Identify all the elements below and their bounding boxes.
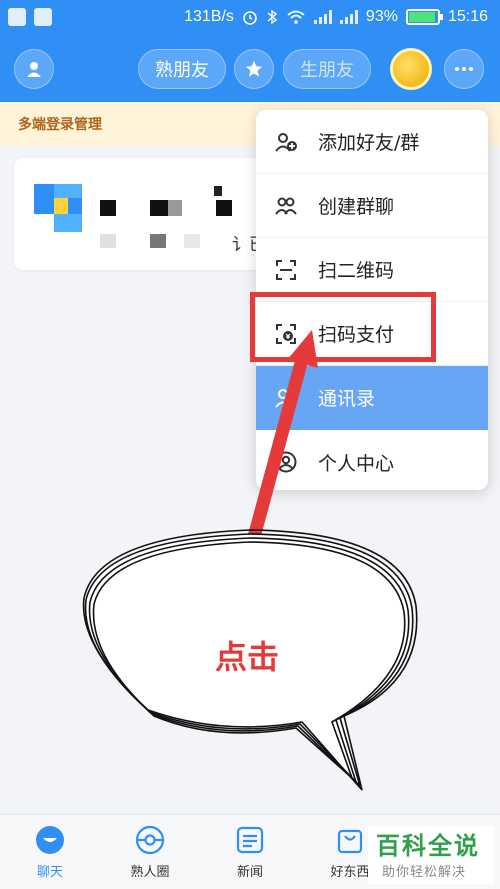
more-dots-icon (455, 67, 473, 71)
tab-label: 新闻 (236, 865, 263, 880)
highlight-box (250, 292, 436, 362)
news-icon (236, 826, 264, 854)
banner-text: 多端登录管理 (18, 117, 102, 133)
more-button[interactable] (444, 49, 484, 89)
person-icon (27, 62, 41, 77)
coin-icon[interactable] (390, 48, 432, 90)
profile-icon (274, 450, 298, 474)
tab-label: 好东西 (330, 865, 370, 880)
status-bar: 131B/s 93% 15:16 (0, 0, 500, 36)
menu-item-contacts[interactable]: 通讯录 (256, 366, 488, 430)
battery-fill (408, 12, 435, 22)
menu-item-label: 添加好友/群 (318, 132, 420, 154)
favorites-button[interactable] (234, 49, 274, 89)
bluetooth-icon (267, 9, 278, 25)
signal-icon (313, 10, 332, 24)
battery-percent: 93% (365, 8, 398, 25)
star-icon (245, 60, 263, 77)
network-speed: 131B/s (184, 8, 234, 25)
menu-item-label: 创建群聊 (318, 196, 395, 218)
watermark-title: 百科全说 (376, 833, 480, 860)
callout-text: 点击 (215, 638, 280, 676)
add-friend-icon (274, 130, 298, 154)
wifi-icon (287, 10, 305, 24)
menu-item-profile[interactable]: 个人中心 (256, 430, 488, 490)
tab-label: 聊天 (36, 865, 63, 880)
clock: 15:16 (447, 8, 488, 25)
group-icon (274, 194, 298, 218)
tab-circle[interactable]: 熟人圈 (110, 825, 190, 880)
bag-icon (337, 829, 363, 854)
menu-item-label: 扫二维码 (318, 260, 395, 282)
chat-icon (36, 826, 64, 854)
tab-label: 熟人圈 (130, 865, 170, 880)
shield-icon (8, 8, 26, 26)
alarm-icon (243, 11, 257, 25)
tab-news[interactable]: 新闻 (210, 825, 290, 880)
app-header: 熟朋友 生朋友 (0, 36, 500, 102)
qq-penguin-icon (34, 8, 52, 26)
signal-icon-2 (339, 10, 358, 24)
scan-icon (274, 258, 298, 282)
tab-close-friends[interactable]: 熟朋友 (138, 49, 226, 89)
contacts-icon (274, 386, 298, 410)
watermark-subtitle: 助你轻松解决 (382, 865, 467, 880)
menu-item-label: 通讯录 (318, 388, 376, 410)
tab-new-friends[interactable]: 生朋友 (283, 49, 371, 89)
tab-chat[interactable]: 聊天 (10, 825, 90, 880)
menu-item-create-group[interactable]: 创建群聊 (256, 174, 488, 238)
menu-item-add-friend[interactable]: 添加好友/群 (256, 110, 488, 174)
circle-icon (135, 825, 165, 855)
menu-item-label: 个人中心 (318, 452, 395, 475)
profile-button[interactable] (14, 49, 54, 89)
battery-icon (405, 9, 443, 25)
watermark: 百科全说 助你轻松解决 (368, 826, 494, 884)
